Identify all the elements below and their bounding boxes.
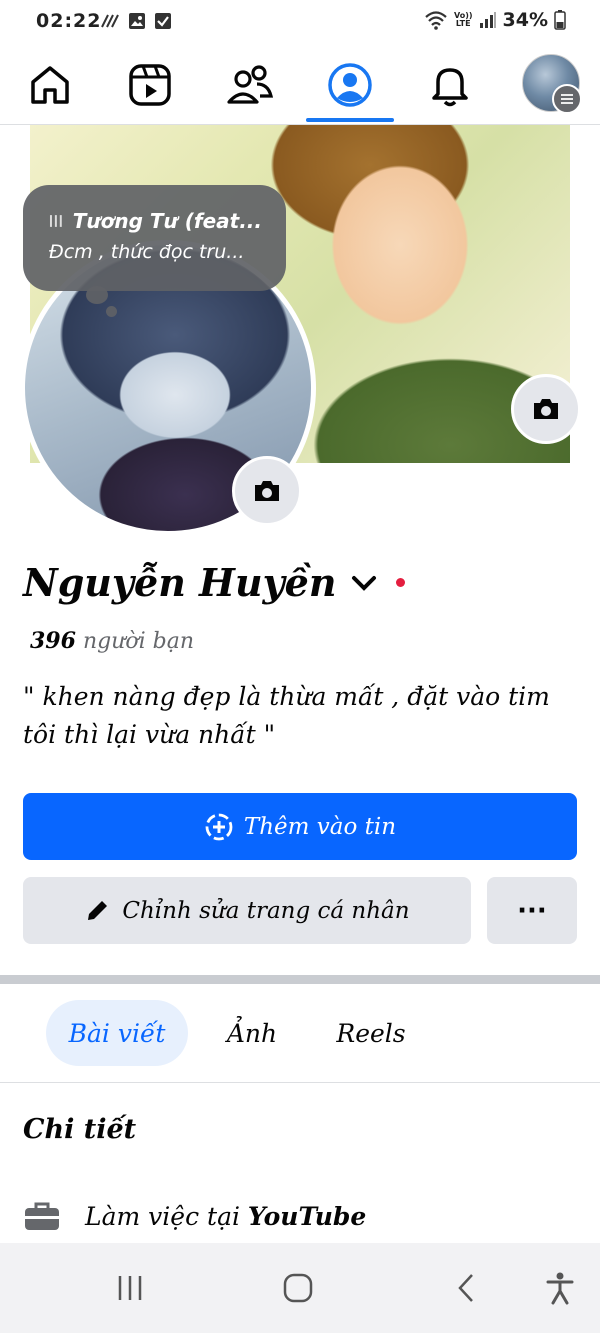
camera-icon bbox=[534, 399, 558, 419]
checkbox-icon bbox=[155, 13, 171, 29]
tab-photos-label: Ảnh bbox=[226, 1018, 278, 1048]
home-circle-icon bbox=[283, 1273, 313, 1303]
profile-icon bbox=[328, 63, 372, 107]
tabs-divider bbox=[0, 1082, 600, 1083]
add-story-icon bbox=[205, 813, 233, 840]
android-nav-bar bbox=[0, 1243, 600, 1333]
friend-count[interactable]: 396 người bạn bbox=[30, 628, 194, 654]
home-icon bbox=[31, 66, 69, 104]
note-tail-small bbox=[106, 306, 117, 317]
gallery-icon bbox=[129, 13, 145, 29]
menu-icon[interactable] bbox=[552, 84, 582, 114]
note-text: Đcm , thức đọc tru... bbox=[49, 241, 245, 263]
details-title: Chi tiết bbox=[23, 1114, 137, 1145]
camera-icon bbox=[255, 481, 279, 501]
nav-video[interactable] bbox=[115, 50, 185, 120]
accessibility-icon bbox=[546, 1272, 574, 1305]
notification-dot bbox=[396, 578, 406, 587]
detail-work: Làm việc tại YouTube bbox=[23, 1200, 366, 1232]
friend-count-number: 396 bbox=[30, 628, 76, 654]
video-icon bbox=[129, 64, 171, 106]
back-icon bbox=[458, 1274, 473, 1302]
status-time: 02:22 bbox=[36, 10, 102, 32]
cell-signal-icon bbox=[479, 12, 496, 28]
add-to-story-button[interactable]: Thêm vào tin bbox=[23, 793, 577, 860]
status-bar: 02:22 Vo)) LTE 34% bbox=[0, 0, 600, 44]
cover-camera-button[interactable] bbox=[511, 374, 581, 444]
nav-notifications[interactable] bbox=[415, 50, 485, 120]
status-right: Vo)) LTE 34% bbox=[424, 9, 566, 31]
music-bars-icon bbox=[49, 215, 62, 227]
accessibility-button[interactable] bbox=[530, 1243, 590, 1333]
back-button[interactable] bbox=[436, 1243, 496, 1333]
tab-reels[interactable]: Reels bbox=[316, 1000, 426, 1066]
recent-apps-button[interactable] bbox=[100, 1243, 160, 1333]
recent-apps-icon bbox=[118, 1276, 142, 1300]
detail-work-prefix: Làm việc tại bbox=[85, 1201, 240, 1231]
more-options-button[interactable]: ··· bbox=[487, 877, 577, 944]
battery-icon bbox=[554, 10, 566, 30]
nav-profile[interactable] bbox=[315, 50, 385, 120]
tab-posts[interactable]: Bài viết bbox=[46, 1000, 188, 1066]
note-bubble[interactable]: Tương Tư (feat... Đcm , thức đọc tru... bbox=[23, 185, 286, 291]
friends-icon bbox=[227, 65, 274, 104]
nav-home[interactable] bbox=[15, 50, 85, 120]
tab-photos[interactable]: Ảnh bbox=[200, 1000, 304, 1066]
nav-active-indicator bbox=[306, 118, 394, 122]
detail-work-place[interactable]: YouTube bbox=[248, 1202, 366, 1231]
status-left-icons bbox=[100, 12, 172, 30]
note-song-title: Tương Tư (feat... bbox=[72, 209, 262, 233]
volte-indicator: Vo)) LTE bbox=[453, 11, 473, 28]
more-icon: ··· bbox=[517, 895, 547, 926]
profile-camera-button[interactable] bbox=[232, 456, 302, 526]
section-divider bbox=[0, 975, 600, 984]
add-to-story-label: Thêm vào tin bbox=[243, 813, 397, 840]
wifi-icon bbox=[425, 11, 447, 30]
signal-transfer-icon bbox=[101, 14, 119, 28]
profile-name-row: Nguyễn Huyền bbox=[23, 560, 406, 605]
nav-friends[interactable] bbox=[215, 50, 285, 120]
note-song-row: Tương Tư (feat... bbox=[49, 209, 262, 233]
profile-name: Nguyễn Huyền bbox=[23, 560, 337, 605]
bell-icon bbox=[432, 68, 468, 107]
note-tail bbox=[86, 286, 108, 304]
top-navigation bbox=[0, 50, 600, 125]
chevron-down-icon[interactable] bbox=[350, 573, 378, 593]
battery-percent: 34% bbox=[502, 9, 548, 31]
tab-posts-label: Bài viết bbox=[68, 1018, 166, 1048]
profile-bio: " khen nàng đẹp là thừa mất , đặt vào ti… bbox=[23, 682, 550, 749]
home-nav-button[interactable] bbox=[268, 1243, 328, 1333]
tab-reels-label: Reels bbox=[336, 1018, 406, 1048]
friend-count-label: người bạn bbox=[82, 629, 195, 654]
pencil-icon bbox=[88, 900, 108, 920]
briefcase-icon bbox=[25, 1202, 59, 1230]
edit-profile-button[interactable]: Chỉnh sửa trang cá nhân bbox=[23, 877, 471, 944]
edit-profile-label: Chỉnh sửa trang cá nhân bbox=[122, 897, 410, 924]
